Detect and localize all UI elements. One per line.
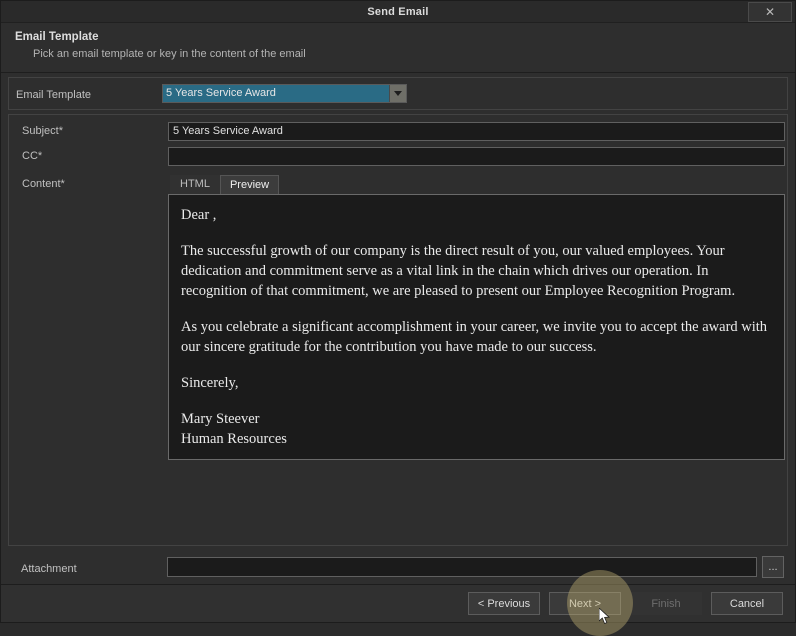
email-fields-panel: Subject* 5 Years Service Award CC* Conte…: [8, 114, 788, 546]
cancel-button-label: Cancel: [729, 597, 765, 610]
attachment-row: Attachment ...: [8, 556, 788, 578]
email-template-value: 5 Years Service Award: [163, 85, 389, 102]
content-row: Content* HTML Preview Dear , The success…: [9, 175, 787, 545]
email-template-select[interactable]: 5 Years Service Award: [162, 84, 407, 103]
signature-department: Human Resources: [181, 431, 287, 447]
next-button[interactable]: Next >: [549, 592, 621, 615]
content-tabs: HTML Preview: [168, 175, 787, 194]
subject-input[interactable]: 5 Years Service Award: [168, 122, 785, 141]
email-preview-pane[interactable]: Dear , The successful growth of our comp…: [168, 194, 785, 460]
preview-closing: Sincerely,: [181, 375, 239, 391]
wizard-button-bar: < Previous Next > Finish Cancel: [1, 584, 795, 622]
preview-greeting: Dear ,: [181, 207, 217, 223]
previous-button-label: < Previous: [477, 597, 531, 610]
chevron-down-icon[interactable]: [389, 85, 406, 102]
attachment-browse-button[interactable]: ...: [762, 556, 784, 578]
cc-row: CC*: [9, 147, 787, 166]
content-editor: HTML Preview Dear , The successful growt…: [168, 175, 787, 460]
send-email-dialog: Send Email ✕ Email Template Pick an emai…: [0, 0, 796, 623]
previous-button[interactable]: < Previous: [468, 592, 540, 615]
email-template-label: Email Template: [16, 89, 91, 101]
tab-preview[interactable]: Preview: [219, 175, 280, 194]
content-label: Content*: [22, 178, 65, 190]
signature-name: Mary Steever: [181, 411, 260, 427]
finish-button-label: Finish: [651, 597, 681, 610]
preview-signature: Mary Steever Human Resources: [181, 409, 772, 449]
page-subtitle: Pick an email template or key in the con…: [33, 48, 306, 60]
preview-paragraph-2: As you celebrate a significant accomplis…: [181, 319, 768, 355]
attachment-label: Attachment: [21, 562, 77, 575]
subject-row: Subject* 5 Years Service Award: [9, 122, 787, 141]
close-icon[interactable]: ✕: [748, 2, 792, 22]
window-title: Send Email: [367, 5, 429, 18]
page-title: Email Template: [15, 31, 99, 43]
dialog-body: Email Template 5 Years Service Award Sub…: [1, 73, 795, 584]
tab-html[interactable]: HTML: [170, 175, 220, 194]
finish-button: Finish: [630, 592, 702, 615]
preview-paragraph-1: The successful growth of our company is …: [181, 243, 736, 299]
template-panel: Email Template 5 Years Service Award: [8, 77, 788, 110]
cc-label: CC*: [22, 150, 43, 162]
title-bar: Send Email ✕: [1, 1, 795, 23]
wizard-header: Email Template Pick an email template or…: [1, 23, 795, 73]
next-button-label: Next >: [568, 597, 602, 610]
cancel-button[interactable]: Cancel: [711, 592, 783, 615]
attachment-input[interactable]: [167, 557, 757, 577]
subject-label: Subject*: [22, 125, 63, 137]
cc-input[interactable]: [168, 147, 785, 166]
